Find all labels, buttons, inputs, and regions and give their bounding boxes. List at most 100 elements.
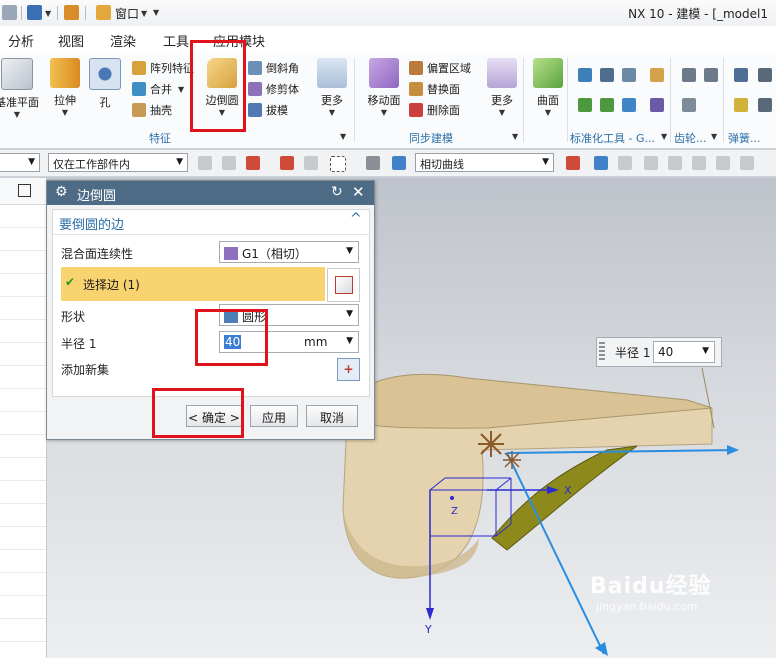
trim-body-button[interactable]: 修剪体	[248, 79, 299, 99]
chevron-down-icon[interactable]: ▼	[340, 132, 346, 141]
pattern-feature-button[interactable]: 阵列特征	[132, 58, 194, 78]
select-body-icon[interactable]	[366, 156, 380, 170]
list-item[interactable]	[0, 412, 46, 435]
tool-icon[interactable]	[600, 98, 614, 112]
list-item[interactable]	[0, 205, 46, 228]
unite-button[interactable]: 合并 ▼	[132, 79, 184, 99]
tool-icon[interactable]	[622, 68, 636, 82]
list-item[interactable]	[0, 573, 46, 596]
curve-rule-select[interactable]: 相切曲线 ▼	[415, 153, 554, 172]
chevron-down-icon[interactable]: ▼	[711, 132, 717, 141]
scope-filter-select[interactable]: 仅在工作部件内 ▼	[48, 153, 188, 172]
gear-tool-icon[interactable]	[704, 68, 718, 82]
radius-widget-input[interactable]: 40 ▼	[653, 341, 715, 363]
drag-handle-icon[interactable]	[599, 342, 605, 362]
radius-unit[interactable]: mm	[304, 335, 327, 349]
collapse-icon[interactable]: ^	[350, 211, 362, 227]
curve-snap-icon[interactable]	[740, 156, 754, 170]
close-icon[interactable]: ✕	[352, 183, 365, 201]
handle-asterisk-icon[interactable]	[478, 431, 504, 457]
filter-icon[interactable]	[198, 156, 212, 170]
tool-icon[interactable]	[650, 98, 664, 112]
dialog-title-bar[interactable]: ⚙ 边倒圆 ↻ ✕	[47, 181, 374, 205]
spring-tool-icon[interactable]	[758, 98, 772, 112]
tab-render[interactable]: 渲染	[110, 31, 136, 50]
filter-icon[interactable]	[304, 156, 318, 170]
gear-icon[interactable]: ⚙	[55, 184, 68, 200]
line-snap-icon[interactable]	[668, 156, 682, 170]
tab-analysis[interactable]: 分析	[8, 31, 34, 50]
arrow-icon[interactable]	[595, 642, 608, 656]
extrude-button[interactable]: 拉伸 ▼	[44, 58, 86, 117]
snap-icon[interactable]	[246, 156, 260, 170]
apply-button[interactable]: 应用	[250, 405, 298, 427]
list-item[interactable]	[0, 504, 46, 527]
list-item[interactable]	[0, 550, 46, 573]
curve-snap-icon[interactable]	[692, 156, 706, 170]
list-item[interactable]	[0, 389, 46, 412]
solid-body[interactable]	[342, 373, 713, 579]
line-snap-icon[interactable]	[644, 156, 658, 170]
chamfer-button[interactable]: 倒斜角	[248, 58, 299, 78]
maximize-icon[interactable]	[18, 184, 31, 197]
list-item[interactable]	[0, 274, 46, 297]
chevron-down-icon[interactable]: ▼	[45, 9, 51, 18]
undo-icon[interactable]	[2, 5, 17, 20]
filter-icon[interactable]	[222, 156, 236, 170]
rectangle-select-icon[interactable]	[330, 156, 346, 172]
more-sync-button[interactable]: 更多 ▼	[481, 58, 523, 117]
reset-icon[interactable]: ↻	[331, 184, 343, 200]
tab-view[interactable]: 视图	[58, 31, 84, 50]
window-icon[interactable]	[96, 5, 111, 20]
more-feature-button[interactable]: 更多 ▼	[311, 58, 353, 117]
continuity-select[interactable]: G1（相切） ▼	[219, 241, 359, 263]
tool-icon[interactable]	[600, 68, 614, 82]
spring-tool-icon[interactable]	[734, 68, 748, 82]
snap-icon[interactable]	[280, 156, 294, 170]
list-item[interactable]	[0, 251, 46, 274]
list-item[interactable]	[0, 619, 46, 642]
tool-icon[interactable]	[650, 68, 664, 82]
section-header[interactable]: 要倒圆的边 ^	[53, 210, 369, 235]
gear-tool-icon[interactable]	[682, 68, 696, 82]
list-item[interactable]	[0, 228, 46, 251]
replace-face-button[interactable]: 替换面	[409, 79, 460, 99]
list-item[interactable]	[0, 458, 46, 481]
list-item[interactable]	[0, 527, 46, 550]
tool-icon[interactable]	[622, 98, 636, 112]
list-item[interactable]	[0, 596, 46, 619]
chevron-down-icon[interactable]: ▼	[512, 132, 518, 141]
hole-button[interactable]: 孔	[84, 58, 126, 110]
part-icon[interactable]	[27, 5, 42, 20]
tool-icon[interactable]	[578, 68, 592, 82]
add-new-set-button[interactable]: +	[337, 358, 360, 381]
arrow-icon[interactable]	[727, 445, 739, 455]
delete-face-button[interactable]: 删除面	[409, 100, 460, 120]
window-menu-label[interactable]: 窗口	[115, 5, 139, 22]
spring-tool-icon[interactable]	[734, 98, 748, 112]
list-item[interactable]	[0, 435, 46, 458]
list-item[interactable]	[0, 343, 46, 366]
select-edge-button[interactable]	[327, 268, 360, 302]
list-item[interactable]	[0, 366, 46, 389]
handle-asterisk-icon[interactable]	[503, 451, 521, 469]
list-item[interactable]	[0, 320, 46, 343]
tab-tools[interactable]: 工具	[163, 31, 189, 50]
cancel-button[interactable]: 取消	[306, 405, 358, 427]
pen-icon[interactable]	[64, 5, 79, 20]
type-filter-select[interactable]: ▼	[0, 153, 40, 172]
customize-icon[interactable]: ▼	[153, 8, 159, 17]
curve-snap-icon[interactable]	[618, 156, 632, 170]
chevron-down-icon[interactable]: ▼	[661, 132, 667, 141]
gear-tool-icon[interactable]	[682, 98, 696, 112]
datum-plane-button[interactable]: 基准平面 ▼	[0, 58, 42, 119]
chevron-down-icon[interactable]: ▼	[141, 9, 147, 18]
shell-button[interactable]: 抽壳	[132, 100, 172, 120]
offset-region-button[interactable]: 偏置区域	[409, 58, 471, 78]
draft-button[interactable]: 拔模	[248, 100, 288, 120]
surface-button[interactable]: 曲面 ▼	[527, 58, 569, 117]
tool-icon[interactable]	[578, 98, 592, 112]
select-face-icon[interactable]	[392, 156, 406, 170]
list-item[interactable]	[0, 481, 46, 504]
curve-snap-icon[interactable]	[716, 156, 730, 170]
